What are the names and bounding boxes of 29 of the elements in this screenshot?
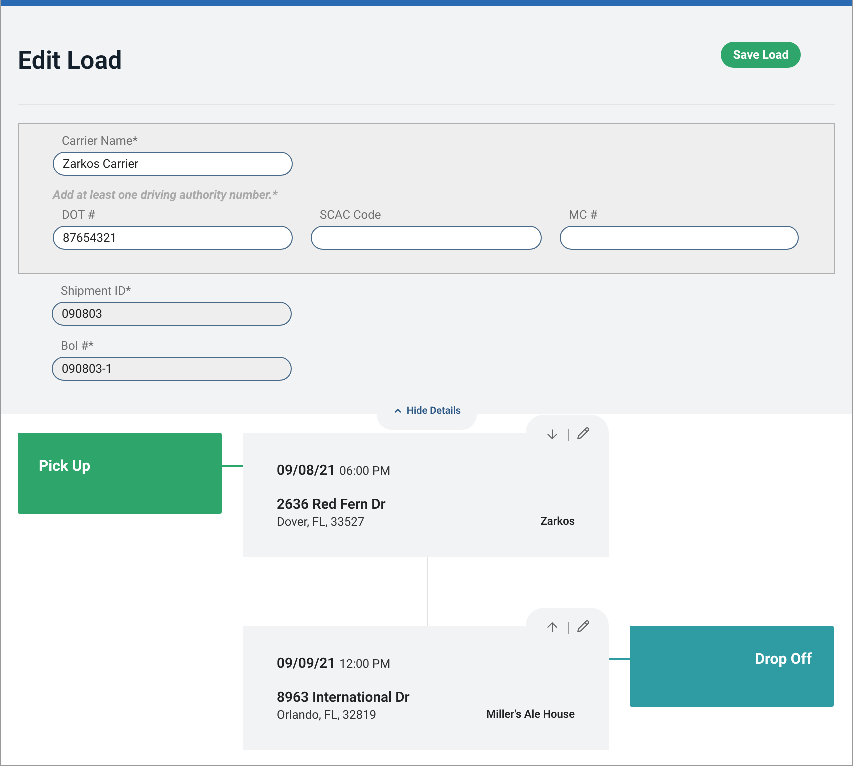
edit-button[interactable] [577, 620, 590, 633]
stop-company: Miller's Ale House [486, 707, 575, 723]
field-label: Shipment ID* [61, 283, 132, 299]
stop-address: 8963 International Dr [277, 689, 410, 707]
stop-company: Zarkos [540, 514, 575, 530]
stop-date: 09/08/21 [277, 462, 336, 481]
stop-time: 12:00 PM [340, 656, 391, 673]
page-title: Edit Load [18, 46, 122, 78]
stop-address: 2636 Red Fern Dr [277, 496, 386, 514]
input-field[interactable]: Zarkos Carrier [53, 152, 293, 176]
stop-type-label: Drop Off [755, 649, 812, 670]
stop-time: 06:00 PM [340, 463, 391, 480]
move-down-button[interactable] [545, 427, 560, 442]
stop-type-label: Pick Up [39, 456, 91, 477]
input-field[interactable]: 87654321 [53, 226, 293, 250]
stop-city: Dover, FL, 33527 [277, 514, 366, 530]
field-label: Carrier Name* [62, 133, 138, 149]
field-label: MC # [569, 207, 598, 223]
field-label: Bol #* [61, 338, 94, 354]
field-label: DOT # [62, 207, 96, 223]
authority-hint: Add at least one driving authority number.* [53, 187, 278, 204]
stop-date: 09/09/21 [277, 655, 336, 674]
chevron-up-icon [392, 406, 403, 416]
field-label: SCAC Code [320, 207, 382, 223]
stop-city: Orlando, FL, 32819 [277, 707, 378, 723]
input-field[interactable] [560, 226, 799, 250]
input-field[interactable] [311, 226, 542, 250]
move-up-button[interactable] [545, 620, 560, 635]
edit-button[interactable] [577, 427, 590, 440]
